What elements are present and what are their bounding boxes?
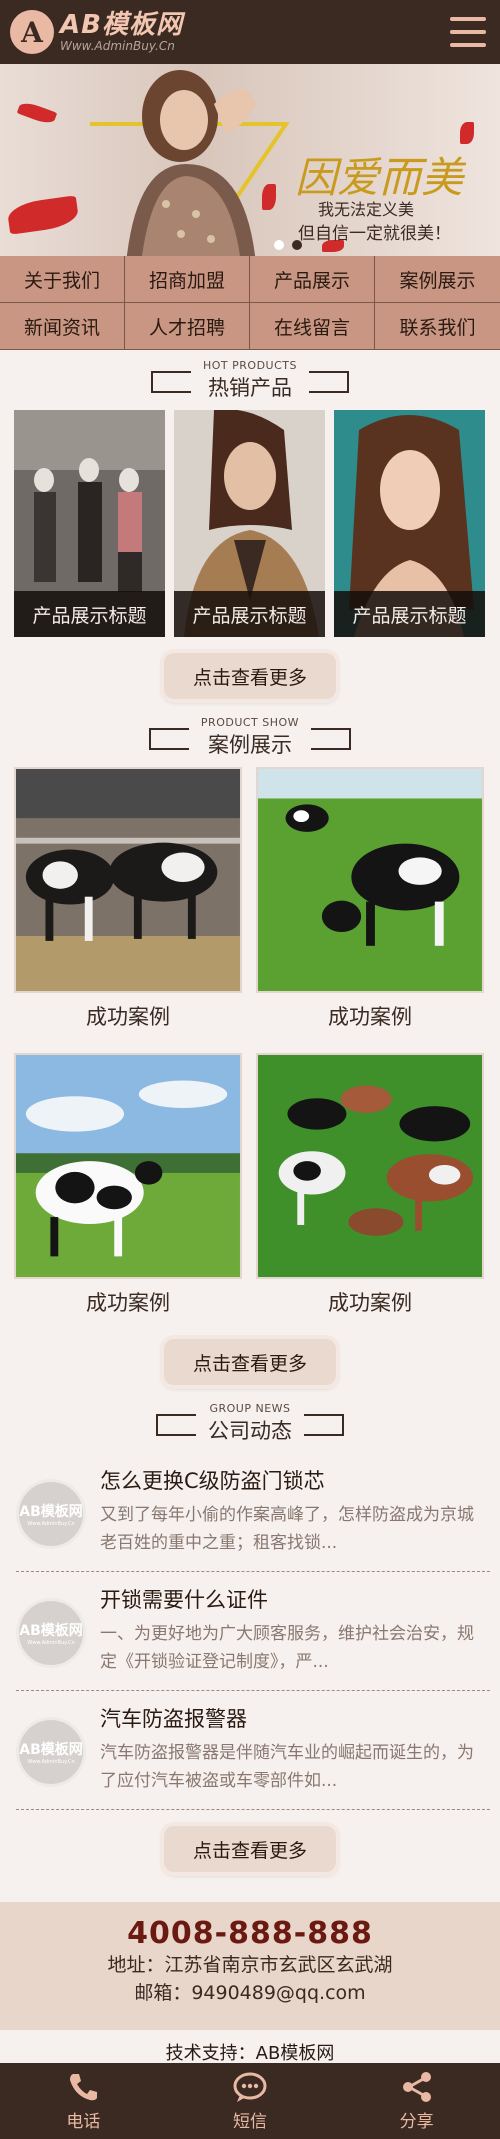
banner-subtitle: 我无法定义美 <box>318 200 415 219</box>
nav-about[interactable]: 关于我们 <box>0 256 125 303</box>
section-heading-hot: HOT PRODUCTS 热销产品 <box>0 350 500 410</box>
logo-url: Www.AdminBuy.Cn <box>60 39 175 53</box>
model-image <box>126 70 256 256</box>
hero-banner[interactable]: 因爱而美 我无法定义美 但自信一定就很美！ <box>0 64 500 256</box>
petal-decoration <box>16 99 58 127</box>
news-item[interactable]: AB模板网 Www.AdminBuy.Cn 怎么更换C级防盗门锁芯 又到了每年小… <box>16 1453 490 1572</box>
case-list: 成功案例 成功案例 成功案例 成功案例 <box>0 767 500 1323</box>
cases-more-button[interactable]: 点击查看更多 <box>164 1339 336 1385</box>
petal-decoration <box>460 122 474 144</box>
news-desc: 汽车防盗报警器是伴随汽车业的崛起而诞生的，为了应付汽车被盗或车零部件如... <box>100 1743 474 1791</box>
section-title: 案例展示 <box>208 732 292 757</box>
case-card[interactable]: 成功案例 <box>14 1053 242 1323</box>
footer-bar: 电话 短信 分享 <box>0 2063 500 2139</box>
slider-dot[interactable] <box>292 240 302 250</box>
news-thumbnail: AB模板网 Www.AdminBuy.Cn <box>16 1717 86 1787</box>
section-en-title: PRODUCT SHOW <box>200 715 300 729</box>
case-card[interactable]: 成功案例 <box>14 767 242 1037</box>
menu-icon[interactable] <box>450 17 486 47</box>
slider-dots[interactable] <box>274 240 302 250</box>
contact-block: 4008-888-888 地址：江苏省南京市玄武区玄武湖 邮箱：9490489@… <box>0 1902 500 2030</box>
contact-email[interactable]: 邮箱：9490489@qq.com <box>0 1979 500 2007</box>
news-title: 怎么更换C级防盗门锁芯 <box>100 1469 325 1493</box>
page: A AB模板网 Www.AdminBuy.Cn 因爱而美 我无法定义美 但自信一… <box>0 0 500 2139</box>
case-title: 成功案例 <box>328 1291 412 1315</box>
message-icon <box>233 2072 267 2102</box>
section-en-title: HOT PRODUCTS <box>203 358 297 372</box>
case-title: 成功案例 <box>328 1005 412 1029</box>
header: A AB模板网 Www.AdminBuy.Cn <box>0 0 500 64</box>
section-heading-news: GROUP NEWS 公司动态 <box>0 1393 500 1453</box>
section-en-title: GROUP NEWS <box>209 1401 291 1415</box>
case-image <box>258 769 482 991</box>
call-label: 电话 <box>66 2111 101 2132</box>
product-card[interactable]: 产品展示标题 <box>14 410 165 637</box>
nav-cases[interactable]: 案例展示 <box>375 256 500 303</box>
share-button[interactable]: 分享 <box>333 2063 500 2139</box>
news-thumbnail: AB模板网 Www.AdminBuy.Cn <box>16 1479 86 1549</box>
news-title: 汽车防盗报警器 <box>100 1707 247 1731</box>
news-list: AB模板网 Www.AdminBuy.Cn 怎么更换C级防盗门锁芯 又到了每年小… <box>0 1453 500 1810</box>
case-title: 成功案例 <box>86 1291 170 1315</box>
news-thumbnail: AB模板网 Www.AdminBuy.Cn <box>16 1598 86 1668</box>
hot-more-button[interactable]: 点击查看更多 <box>164 653 336 699</box>
sms-button[interactable]: 短信 <box>167 2063 334 2139</box>
phone-icon <box>70 2073 98 2100</box>
nav-news[interactable]: 新闻资讯 <box>0 303 125 350</box>
nav-contact[interactable]: 联系我们 <box>375 303 500 350</box>
banner-subtitle: 但自信一定就很美！ <box>298 224 451 244</box>
section-heading-cases: PRODUCT SHOW 案例展示 <box>0 707 500 767</box>
logo-mark: A <box>10 10 54 54</box>
nav-jobs[interactable]: 人才招聘 <box>125 303 250 350</box>
news-title: 开锁需要什么证件 <box>100 1588 268 1612</box>
section-title: 热销产品 <box>207 375 292 400</box>
call-button[interactable]: 电话 <box>0 2063 167 2139</box>
case-image <box>16 769 240 991</box>
petal-decoration <box>262 184 276 210</box>
product-card[interactable]: 产品展示标题 <box>334 410 485 637</box>
share-icon <box>402 2071 431 2102</box>
case-image <box>258 1055 482 1277</box>
news-item[interactable]: AB模板网 Www.AdminBuy.Cn 开锁需要什么证件 一、为更好地为广大… <box>16 1572 490 1691</box>
section-title: 公司动态 <box>208 1418 292 1443</box>
case-image <box>16 1055 240 1277</box>
product-title: 产品展示标题 <box>14 591 165 637</box>
case-title: 成功案例 <box>86 1005 170 1029</box>
contact-phone[interactable]: 4008-888-888 <box>0 1916 500 1951</box>
nav-products[interactable]: 产品展示 <box>250 256 375 303</box>
logo[interactable]: A AB模板网 Www.AdminBuy.Cn <box>10 10 183 54</box>
product-title: 产品展示标题 <box>174 591 325 637</box>
sms-label: 短信 <box>233 2111 267 2132</box>
nav-franchise[interactable]: 招商加盟 <box>125 256 250 303</box>
news-desc: 又到了每年小偷的作案高峰了，怎样防盗成为京城老百姓的重中之重；租客找锁... <box>100 1505 474 1553</box>
news-desc: 一、为更好地为广大顾客服务，维护社会治安，规定《开锁验证登记制度》，严... <box>100 1624 474 1672</box>
product-card[interactable]: 产品展示标题 <box>174 410 325 637</box>
logo-name: AB模板网 <box>60 10 183 40</box>
main-nav: 关于我们 招商加盟 产品展示 案例展示 新闻资讯 人才招聘 在线留言 联系我们 <box>0 256 500 350</box>
news-more-button[interactable]: 点击查看更多 <box>164 1826 336 1872</box>
news-item[interactable]: AB模板网 Www.AdminBuy.Cn 汽车防盗报警器 汽车防盗报警器是伴随… <box>16 1691 490 1810</box>
share-label: 分享 <box>399 2111 434 2132</box>
case-card[interactable]: 成功案例 <box>256 1053 484 1323</box>
product-title: 产品展示标题 <box>334 591 485 637</box>
contact-address: 地址：江苏省南京市玄武区玄武湖 <box>107 1954 393 1976</box>
product-list: 产品展示标题 产品展示标题 产品展示标题 <box>0 410 500 637</box>
nav-message[interactable]: 在线留言 <box>250 303 375 350</box>
slider-dot[interactable] <box>274 240 284 250</box>
petal-decoration <box>6 195 80 235</box>
case-card[interactable]: 成功案例 <box>256 767 484 1037</box>
